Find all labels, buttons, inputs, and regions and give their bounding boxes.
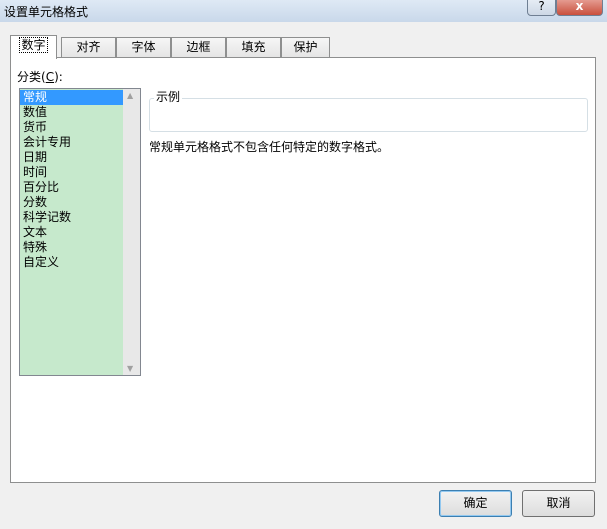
category-item-date[interactable]: 日期 [20,150,123,165]
cancel-button[interactable]: 取消 [522,490,595,517]
tab-number[interactable]: 数字 [10,35,57,59]
scroll-up-arrow-icon[interactable]: ▲ [127,91,133,100]
category-item-currency[interactable]: 货币 [20,120,123,135]
number-tab-panel: 分类(C): 常规 数值 货币 会计专用 日期 时间 百分比 分数 科学记数 文… [10,57,596,483]
category-listbox[interactable]: 常规 数值 货币 会计专用 日期 时间 百分比 分数 科学记数 文本 特殊 自定… [19,88,141,376]
category-item-percentage[interactable]: 百分比 [20,180,123,195]
tab-number-label: 数字 [19,37,48,53]
category-item-text[interactable]: 文本 [20,225,123,240]
sample-label: 示例 [154,88,183,105]
tab-protection[interactable]: 保护 [281,37,330,58]
category-item-special[interactable]: 特殊 [20,240,123,255]
category-item-custom[interactable]: 自定义 [20,255,123,270]
category-item-fraction[interactable]: 分数 [20,195,123,210]
tab-font[interactable]: 字体 [116,37,171,58]
format-description: 常规单元格格式不包含任何特定的数字格式。 [149,140,390,154]
help-button[interactable]: ? [527,0,556,16]
dialog-title: 设置单元格格式 [4,5,89,19]
tab-fill[interactable]: 填充 [226,37,281,58]
sample-box [149,98,588,132]
category-list: 常规 数值 货币 会计专用 日期 时间 百分比 分数 科学记数 文本 特殊 自定… [20,90,123,270]
category-item-time[interactable]: 时间 [20,165,123,180]
category-item-scientific[interactable]: 科学记数 [20,210,123,225]
category-item-accounting[interactable]: 会计专用 [20,135,123,150]
tab-alignment[interactable]: 对齐 [61,37,116,58]
tab-border[interactable]: 边框 [171,37,226,58]
category-item-number[interactable]: 数值 [20,105,123,120]
category-scrollbar[interactable]: ▲ ▼ [123,89,140,375]
ok-button[interactable]: 确定 [439,490,512,517]
close-button[interactable]: x [556,0,603,16]
category-item-general[interactable]: 常规 [20,90,123,105]
scroll-down-arrow-icon[interactable]: ▼ [127,364,133,373]
format-cells-dialog: 设置单元格格式 ? x 数字 对齐 字体 边框 填充 保护 分类(C): 常规 … [0,0,607,529]
title-bar: 设置单元格格式 ? x [0,0,607,22]
category-label: 分类(C): [17,70,63,84]
